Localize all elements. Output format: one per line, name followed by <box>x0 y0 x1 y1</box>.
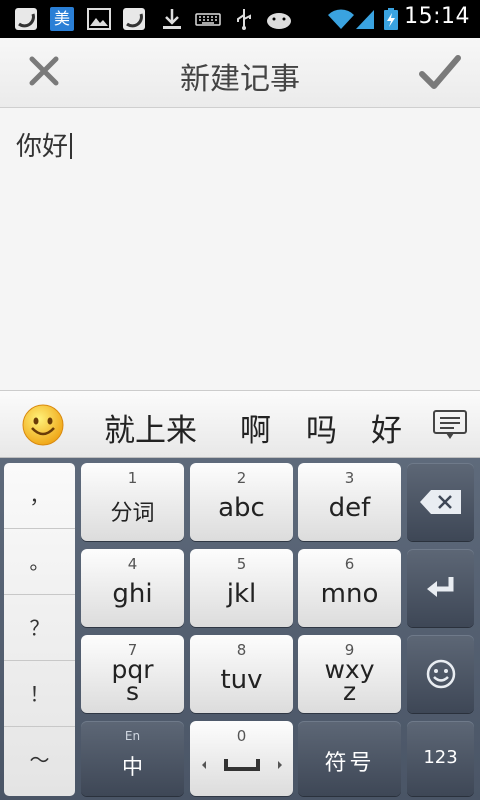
note-editor[interactable]: 你好 <box>0 108 480 391</box>
key-number: 4 <box>127 555 138 573</box>
key-5[interactable]: 5 jkl <box>190 549 293 627</box>
key-sublabel: En <box>124 729 141 743</box>
space-bar-icon <box>202 759 282 771</box>
punct-key-exclamation[interactable]: ！ <box>4 661 75 727</box>
smiley-face-icon <box>426 659 456 689</box>
watermelon-icon <box>123 8 145 30</box>
title-bar: 新建记事 <box>0 38 480 108</box>
status-bar: 美 15:14 <box>0 0 480 38</box>
key-8[interactable]: 8 tuv <box>190 635 293 713</box>
key-label: 符号 <box>324 751 375 776</box>
symbol-key[interactable]: 符号 <box>298 721 401 796</box>
punct-key-tilde[interactable]: ～ <box>4 727 75 793</box>
key-label: jkl <box>226 579 257 609</box>
punct-key-comma[interactable]: ， <box>4 463 75 529</box>
key-2[interactable]: 2 abc <box>190 463 293 541</box>
enter-key[interactable] <box>407 549 474 627</box>
key-3[interactable]: 3 def <box>298 463 401 541</box>
signal-icon <box>356 10 374 29</box>
check-icon <box>419 55 461 89</box>
watermelon-icon <box>15 8 37 30</box>
candidate-bar: 就上来 啊 吗 好 <box>0 391 480 458</box>
key-label: 分词 <box>110 501 155 526</box>
key-label: def <box>328 493 371 523</box>
key-label: wxy z <box>298 657 401 706</box>
key-number: 3 <box>344 469 355 487</box>
emoji-key[interactable] <box>407 635 474 713</box>
key-number: 0 <box>236 727 247 745</box>
backspace-key[interactable] <box>407 463 474 541</box>
key-number: 5 <box>236 555 247 573</box>
number-key[interactable]: 123 <box>407 721 474 796</box>
note-content: 你好 <box>16 132 69 162</box>
language-key[interactable]: En 中 <box>81 721 184 796</box>
key-number: 8 <box>236 641 247 659</box>
key-number: 1 <box>127 469 138 487</box>
confirm-button[interactable] <box>414 50 466 96</box>
key-9[interactable]: 9 wxy z <box>298 635 401 713</box>
space-key[interactable]: 0 <box>190 721 293 796</box>
key-label: 中 <box>122 755 143 779</box>
key-label-line: z <box>342 677 357 706</box>
key-label: 123 <box>423 747 458 768</box>
candidate-item[interactable]: 就上来 <box>104 405 197 450</box>
enter-icon <box>427 577 454 597</box>
text-cursor <box>70 133 73 159</box>
note-text[interactable]: 你好 <box>16 126 73 163</box>
key-label-line: s <box>125 677 140 706</box>
key-number: 6 <box>344 555 355 573</box>
keyboard: ， 。 ？ ！ ～ 1 分词 2 abc 3 def 4 ghi 5 jkl 6… <box>0 458 480 800</box>
key-label: ghi <box>112 579 153 609</box>
keyboard-icon <box>195 13 221 26</box>
punct-key-question[interactable]: ？ <box>4 595 75 661</box>
key-label: tuv <box>220 665 263 695</box>
clock: 15:14 <box>404 4 470 29</box>
candidate-item[interactable]: 啊 <box>240 405 271 450</box>
key-label: abc <box>218 493 265 523</box>
key-4[interactable]: 4 ghi <box>81 549 184 627</box>
wifi-icon <box>328 9 354 29</box>
backspace-icon <box>420 490 461 514</box>
battery-charging-icon <box>384 8 398 30</box>
key-label: pqr s <box>81 657 184 706</box>
key-6[interactable]: 6 mno <box>298 549 401 627</box>
page-title: 新建记事 <box>180 62 300 97</box>
key-1[interactable]: 1 分词 <box>81 463 184 541</box>
key-label: mno <box>320 579 379 609</box>
punctuation-column: ， 。 ？ ！ ～ <box>4 463 75 796</box>
image-icon <box>87 8 111 30</box>
candidate-item[interactable]: 吗 <box>306 405 337 450</box>
key-7[interactable]: 7 pqr s <box>81 635 184 713</box>
android-icon <box>267 13 291 29</box>
download-icon <box>163 9 181 29</box>
smiley-icon[interactable] <box>20 402 66 448</box>
key-number: 2 <box>236 469 247 487</box>
usb-icon <box>237 9 251 30</box>
punct-key-period[interactable]: 。 <box>4 529 75 595</box>
candidate-item[interactable]: 好 <box>371 405 402 450</box>
candidate-list-icon[interactable] <box>432 409 468 441</box>
meituan-icon: 美 <box>50 7 74 31</box>
